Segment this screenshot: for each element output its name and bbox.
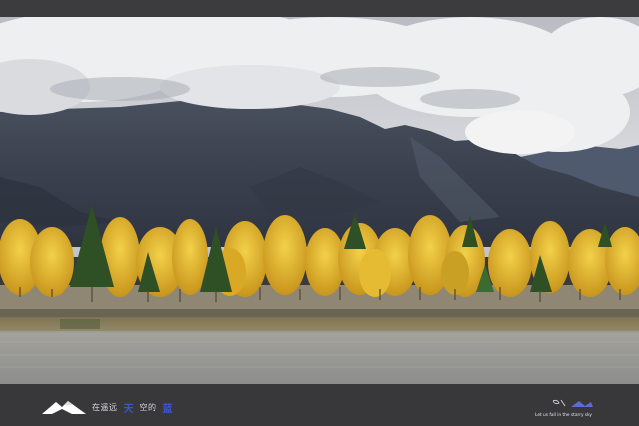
signature-logo-icon: Let us fall in the starry sky xyxy=(535,399,593,418)
slogan-part-4: 蓝 xyxy=(162,403,173,415)
slogan-part-2: 天 xyxy=(123,403,134,415)
mountain-logo-icon xyxy=(42,401,86,414)
slogan-part-3: 空的 xyxy=(139,402,157,412)
left-watermark: 在遥远 天 空的 蓝 xyxy=(42,397,173,417)
water-reflection-dark xyxy=(60,319,100,329)
signature-text: Let us fall in the starry sky xyxy=(535,412,592,418)
right-watermark: Let us fall in the starry sky xyxy=(535,397,595,419)
top-frame-border xyxy=(0,0,639,17)
slogan-part-1: 在遥远 xyxy=(92,402,118,412)
landscape-photo xyxy=(0,17,639,384)
